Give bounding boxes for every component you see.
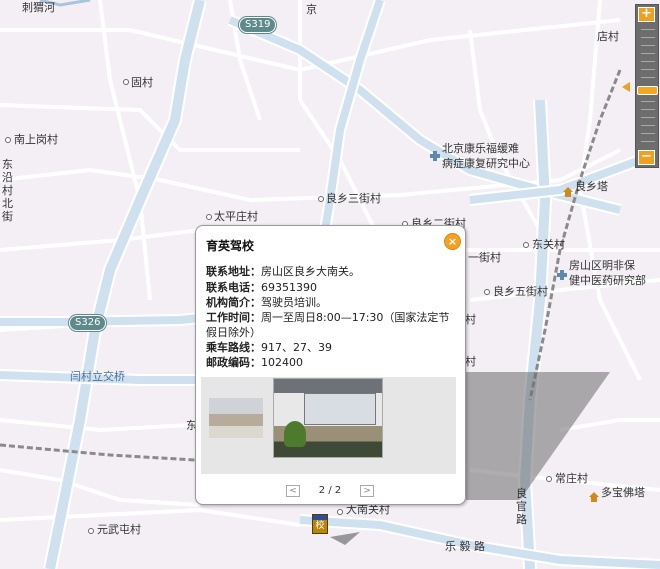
- route-shield-s319: S319: [239, 17, 277, 33]
- zoom-pointer-icon: [622, 82, 630, 92]
- label-village: 固村: [131, 76, 153, 89]
- label-village: 一街村: [468, 251, 501, 264]
- village-dot: [546, 476, 552, 482]
- village-dot: [88, 528, 94, 534]
- info-row-address: 联系地址：房山区良乡大南关。: [206, 265, 360, 278]
- label-jing: 京: [306, 3, 317, 16]
- label-village: 村: [465, 355, 476, 368]
- label-interchange: 闫村立交桥: [70, 370, 125, 383]
- info-row-bus: 乘车路线：917、27、39: [206, 341, 332, 354]
- next-photo-button[interactable]: >: [360, 485, 374, 497]
- label-village: 东关村: [532, 238, 565, 251]
- popup-title: 育英驾校: [206, 239, 255, 253]
- marker-label: 校: [315, 521, 325, 531]
- label-poi: 北京康乐福缓难: [442, 142, 519, 155]
- label-poi: 病症康复研究中心: [442, 157, 530, 170]
- village-dot: [5, 137, 11, 143]
- page-indicator: 2 / 2: [318, 485, 342, 496]
- label-poi: 多宝佛塔: [601, 486, 645, 499]
- close-button[interactable]: ×: [444, 233, 461, 250]
- school-marker-icon[interactable]: 校: [312, 514, 328, 534]
- label-poi: 健中医药研究部: [569, 274, 646, 287]
- photo-selected[interactable]: [273, 378, 383, 458]
- prev-photo-button[interactable]: <: [286, 485, 300, 497]
- info-popup: 育英驾校 × 联系地址：房山区良乡大南关。 联系电话：69351390 机构简介…: [195, 225, 466, 505]
- label-village: 店村: [597, 30, 619, 43]
- close-icon: ×: [447, 235, 458, 248]
- label-poi: 良乡塔: [575, 180, 608, 193]
- route-shield-s326: S326: [69, 315, 107, 331]
- label-village: 太平庄村: [214, 210, 258, 223]
- village-dot: [123, 79, 129, 85]
- pagoda-icon[interactable]: [563, 182, 573, 197]
- village-dot: [337, 509, 343, 515]
- village-dot: [318, 196, 324, 202]
- village-dot: [206, 214, 212, 220]
- photo-thumbnail[interactable]: [209, 398, 263, 438]
- hospital-icon[interactable]: [430, 146, 440, 161]
- pagoda-icon[interactable]: [589, 487, 599, 502]
- label-road: 良 官 路: [516, 487, 527, 526]
- zoom-slider-handle[interactable]: [637, 86, 658, 95]
- label-village: 良乡三街村: [326, 192, 381, 205]
- info-row-postcode: 邮政编码：102400: [206, 356, 303, 369]
- label-river: 刺猬河: [22, 1, 55, 14]
- village-dot: [523, 242, 529, 248]
- zoom-out-button[interactable]: −: [638, 150, 655, 165]
- label-village: 南上岗村: [14, 133, 58, 146]
- info-row-hours: 工作时间：周一至周日8:00—17:30（国家法定节假日除外）: [206, 311, 450, 339]
- village-dot: [484, 289, 490, 295]
- label-road: 乐 毅 路: [445, 540, 485, 553]
- zoom-control[interactable]: + −: [619, 4, 659, 168]
- label-village: 常庄村: [555, 472, 588, 485]
- label-street: 东 沿 村 北 街: [2, 158, 13, 223]
- hospital-icon[interactable]: [557, 265, 567, 280]
- zoom-in-button[interactable]: +: [638, 7, 655, 22]
- label-poi: 房山区明非保: [569, 259, 635, 272]
- info-row-phone: 联系电话：69351390: [206, 281, 317, 294]
- label-village: 村: [465, 313, 476, 326]
- label-village: 元武屯村: [97, 523, 141, 536]
- photo-gallery: [201, 377, 456, 474]
- label-village: 良乡五街村: [493, 285, 548, 298]
- info-row-intro: 机构简介：驾驶员培训。: [206, 296, 327, 309]
